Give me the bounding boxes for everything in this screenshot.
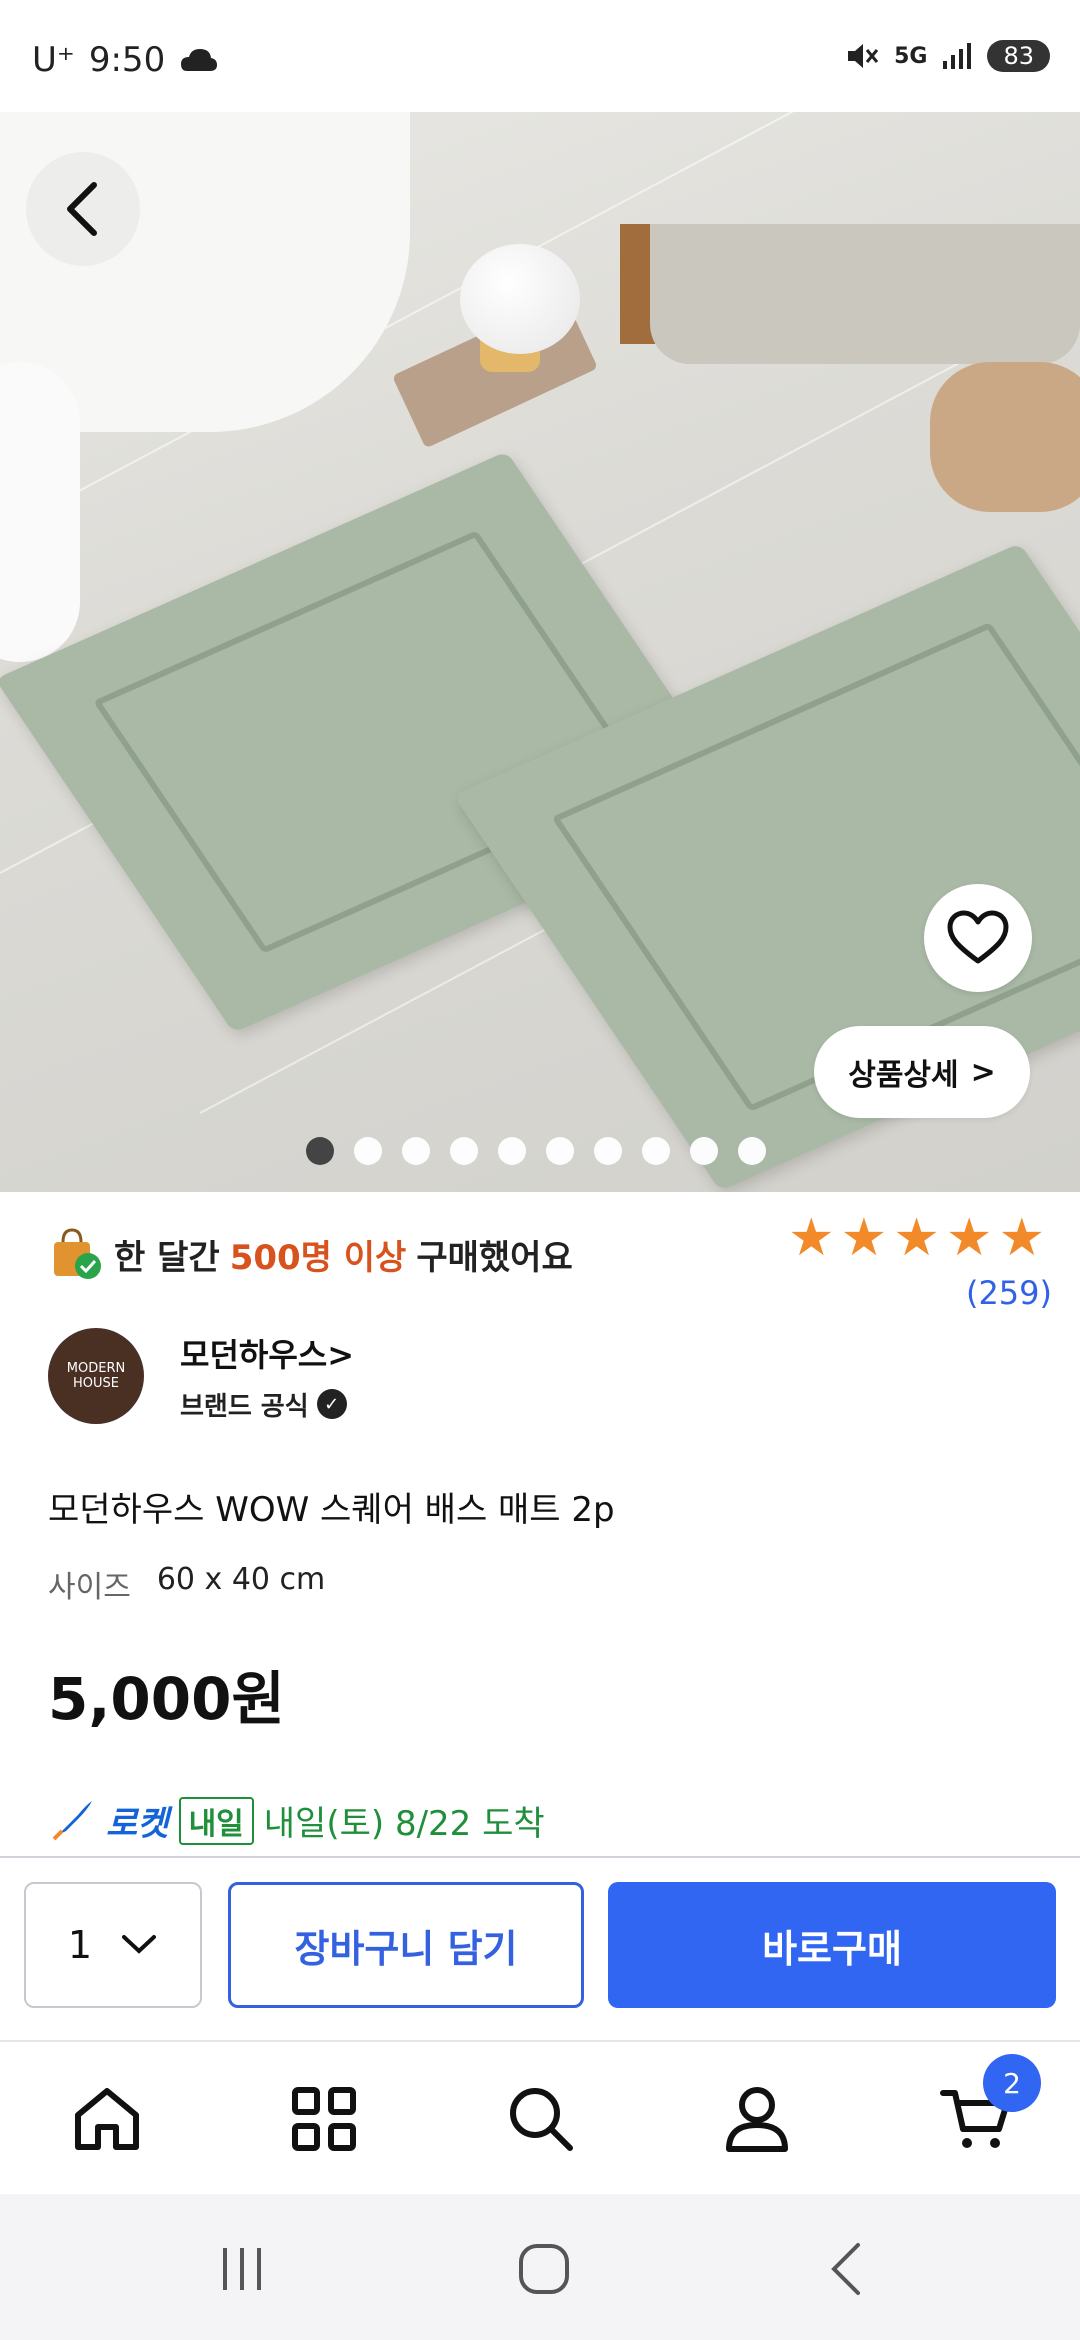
sold-prefix: 한 달간 — [114, 1237, 220, 1278]
size-option: 사이즈 60 x 40 cm — [48, 1562, 325, 1606]
shopping-bag-check-icon — [54, 1228, 101, 1279]
carousel-dot[interactable] — [402, 1137, 430, 1165]
cloud-icon — [181, 49, 218, 71]
bottom-tab-bar — [0, 2040, 1080, 2196]
heart-icon — [947, 910, 1009, 964]
carousel-dot[interactable] — [498, 1137, 526, 1165]
rocket-delivery-label: 로켓 — [106, 1804, 169, 1844]
sold-highlight: 500명 이상 — [229, 1237, 407, 1278]
home-icon — [75, 2088, 139, 2150]
star-icon: ★ — [840, 1208, 888, 1268]
back-button[interactable] — [26, 152, 140, 266]
cart-count-badge: 2 — [983, 2054, 1041, 2112]
carousel-dot[interactable] — [306, 1137, 334, 1165]
carousel-dot[interactable] — [546, 1137, 574, 1165]
carousel-dot[interactable] — [642, 1137, 670, 1165]
star-icon: ★ — [893, 1208, 940, 1268]
system-navigation-bar — [0, 2194, 1080, 2340]
size-label: 사이즈 — [48, 1570, 131, 1605]
chevron-right-icon: > — [970, 1054, 996, 1090]
carrier-label: U⁺ — [32, 40, 75, 80]
system-back-button[interactable] — [806, 2234, 886, 2304]
search-icon — [510, 2088, 573, 2151]
product-title: 모던하우스 WOW 스퀘어 배스 매트 2p — [48, 1490, 615, 1530]
carousel-dot[interactable] — [594, 1137, 622, 1165]
carousel-indicator — [306, 1137, 766, 1165]
battery-indicator: 83 — [987, 40, 1050, 72]
carousel-dot[interactable] — [450, 1137, 478, 1165]
add-to-cart-button[interactable]: 장바구니 담기 — [228, 1882, 584, 2008]
recent-apps-button[interactable] — [202, 2234, 282, 2304]
status-left: U⁺ 9:50 — [32, 40, 219, 80]
category-icon — [292, 2087, 356, 2151]
brand-name-link[interactable]: 모던하우스> — [180, 1330, 354, 1376]
rocket-icon — [52, 1800, 92, 1840]
status-bar: U⁺ 9:50 5G 83 — [0, 0, 1080, 112]
quantity-value: 1 — [67, 1923, 93, 1967]
quantity-select[interactable]: 1 — [24, 1882, 202, 2008]
clock: 9:50 — [88, 40, 166, 80]
buy-now-button[interactable]: 바로구매 — [608, 1882, 1056, 2008]
review-count-link[interactable]: (259) — [966, 1274, 1052, 1312]
chevron-left-icon — [67, 182, 97, 236]
verified-check-icon: ✓ — [316, 1389, 347, 1419]
network-label: 5G — [894, 43, 928, 69]
star-icon: ★ — [945, 1208, 993, 1268]
signal-icon — [943, 43, 972, 69]
mute-icon — [848, 44, 879, 68]
purchase-count-notice: 한 달간 500명 이상 구매했어요 — [48, 1226, 573, 1282]
back-arrow-icon — [831, 2243, 860, 2295]
tab-category[interactable] — [279, 2074, 369, 2164]
recent-apps-icon — [223, 2248, 261, 2290]
home-circle-icon — [519, 2244, 569, 2294]
brand-logo[interactable]: MODERN HOUSE — [48, 1328, 144, 1424]
tomorrow-badge: 내일 — [178, 1796, 254, 1845]
carousel-dot[interactable] — [738, 1137, 766, 1165]
carousel-dot[interactable] — [354, 1137, 382, 1165]
size-value: 60 x 40 cm — [156, 1562, 326, 1597]
wishlist-button[interactable] — [924, 884, 1032, 992]
tab-my-account[interactable] — [712, 2074, 802, 2164]
tab-home[interactable] — [62, 2074, 152, 2164]
chevron-down-icon — [122, 1935, 157, 1954]
brand-official-label: 브랜드 공식 ✓ — [180, 1386, 354, 1423]
brand-row[interactable]: MODERN HOUSE 모던하우스> 브랜드 공식 ✓ — [48, 1328, 354, 1424]
star-icon: ★ — [788, 1208, 835, 1268]
product-price: 5,000원 — [48, 1665, 285, 1733]
product-detail-label: 상품상세 — [848, 1058, 959, 1093]
profile-icon — [726, 2087, 788, 2152]
delivery-info: 로켓 내일 내일(토) 8/22 도착 — [48, 1796, 545, 1845]
delivery-date: 내일(토) 8/22 도착 — [263, 1804, 545, 1844]
carousel-dot[interactable] — [690, 1137, 718, 1165]
sold-suffix: 구매했어요 — [416, 1237, 573, 1278]
product-detail-button[interactable]: 상품상세 > — [814, 1026, 1030, 1118]
star-icon: ★ — [998, 1208, 1046, 1268]
status-right: 5G 83 — [844, 40, 1050, 72]
rating-stars[interactable]: ★ ★ ★ ★ ★ — [788, 1212, 1045, 1264]
brand-official-text: 브랜드 공식 — [180, 1391, 309, 1422]
purchase-bar: 1 장바구니 담기 바로구매 — [0, 1856, 1080, 2040]
tab-search[interactable] — [496, 2074, 586, 2164]
home-system-button[interactable] — [504, 2234, 584, 2304]
